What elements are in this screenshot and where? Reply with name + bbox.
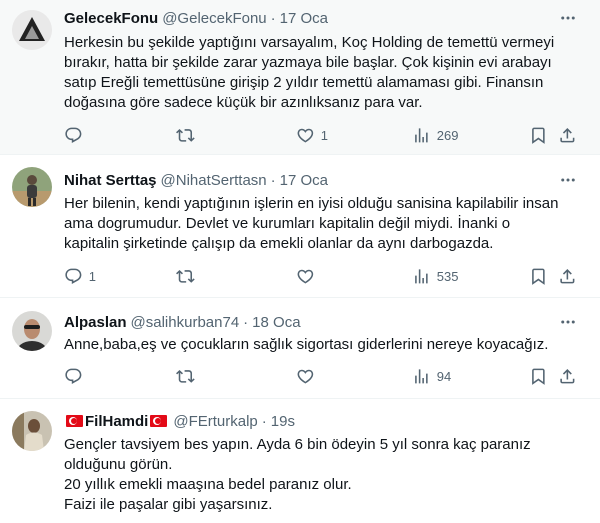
tweet-text-line: Faizi ile paşalar gibi yaşarsınız. xyxy=(64,496,273,513)
tweet-text-line: bırakır, hatta bir şekilde zarar yazmaya… xyxy=(64,54,552,71)
tweet-text-line: olduğunu görün. xyxy=(64,456,173,473)
reply-button[interactable] xyxy=(64,125,89,145)
like-button[interactable]: 1 xyxy=(296,125,328,145)
retweet-icon xyxy=(176,369,195,383)
share-icon xyxy=(560,127,575,143)
tweet-text: Herkesin bu şekilde yaptığını varsayalım… xyxy=(64,33,584,113)
timestamp[interactable]: 19s xyxy=(271,413,295,430)
retweet-button[interactable] xyxy=(176,125,201,145)
more-icon[interactable] xyxy=(558,170,578,190)
avatar[interactable] xyxy=(12,411,52,451)
tweet-text-line: satıp Ereğli temettüsüne girişip 2 yıldı… xyxy=(64,74,544,91)
reply-button[interactable]: 1 xyxy=(64,266,96,286)
separator: · xyxy=(243,313,249,331)
tweet-text-line: doğasına göre sadece küçük bir azınlıksa… xyxy=(64,94,423,111)
author-handle[interactable]: @salihkurban74 xyxy=(131,314,240,331)
tweet-text-line: ama dogrumudur. Devlet ve kurumları kapi… xyxy=(64,215,511,232)
author-name[interactable]: FilHamdi xyxy=(85,413,148,430)
timestamp[interactable]: 18 Oca xyxy=(252,314,300,331)
reply-count: 1 xyxy=(88,268,96,284)
tweet[interactable]: Alpaslan @salihkurban74 · 18 Oca Anne,ba… xyxy=(0,298,600,399)
timestamp[interactable]: 17 Oca xyxy=(280,10,328,27)
like-button[interactable] xyxy=(296,266,321,286)
bookmark-icon xyxy=(532,368,545,385)
tweet-text: Her bilenin, kendi yaptığının işlerin en… xyxy=(64,194,584,254)
timestamp[interactable]: 17 Oca xyxy=(280,172,328,189)
action-bar: 94 xyxy=(64,366,586,386)
heart-icon xyxy=(297,369,314,384)
tweet-text: Gençler tavsiyem bes yapın. Ayda 6 bin ö… xyxy=(64,435,584,515)
turkey-flag-icon xyxy=(150,415,168,427)
author-name[interactable]: Alpaslan xyxy=(64,314,127,331)
tweet-text-line: Gençler tavsiyem bes yapın. Ayda 6 bin ö… xyxy=(64,436,531,453)
bookmark-icon xyxy=(532,268,545,285)
views-button[interactable]: 535 xyxy=(412,266,458,286)
reply-icon xyxy=(65,268,82,284)
tweet-text-line: Anne,baba,eş ve çocukların sağlık sigort… xyxy=(64,336,549,353)
more-icon[interactable] xyxy=(558,312,578,332)
heart-icon xyxy=(297,128,314,143)
share-icon xyxy=(560,368,575,384)
share-button[interactable] xyxy=(558,125,577,145)
author-name[interactable]: Nihat Serttaş xyxy=(64,172,157,189)
avatar[interactable] xyxy=(12,311,52,351)
bookmark-icon xyxy=(532,127,545,144)
heart-icon xyxy=(297,269,314,284)
separator: · xyxy=(270,9,276,27)
views-button[interactable]: 94 xyxy=(412,366,451,386)
separator: · xyxy=(261,412,267,430)
retweet-button[interactable] xyxy=(176,366,201,386)
retweet-button[interactable] xyxy=(176,266,201,286)
author-handle[interactable]: @NihatSerttasn xyxy=(161,172,267,189)
turkey-flag-icon xyxy=(66,415,83,427)
view-count: 535 xyxy=(436,268,459,284)
tweet[interactable]: FilHamdi @FErturkalp · 19s Gençler tavsi… xyxy=(0,399,600,523)
share-button[interactable] xyxy=(558,266,577,286)
view-count: 269 xyxy=(436,127,459,143)
reply-icon xyxy=(65,368,82,384)
views-button[interactable]: 269 xyxy=(412,125,458,145)
retweet-icon xyxy=(176,128,195,142)
action-bar: 1 535 xyxy=(64,266,586,286)
author-name[interactable]: GelecekFonu xyxy=(64,10,158,27)
action-bar: 1 269 xyxy=(64,125,586,145)
author-handle[interactable]: @FErturkalp xyxy=(173,413,257,430)
retweet-icon xyxy=(176,269,195,283)
tweet-text-line: Herkesin bu şekilde yaptığını varsayalım… xyxy=(64,34,555,51)
views-icon xyxy=(415,368,428,384)
tweet-text: Anne,baba,eş ve çocukların sağlık sigort… xyxy=(64,335,584,355)
tweet-text-line: kapitalin şirketinde çalışıp da emekli o… xyxy=(64,235,494,252)
tweet[interactable]: GelecekFonu @GelecekFonu · 17 Oca Herkes… xyxy=(0,0,600,155)
author-handle[interactable]: @GelecekFonu xyxy=(162,10,266,27)
like-button[interactable] xyxy=(296,366,321,386)
share-button[interactable] xyxy=(558,366,577,386)
reply-icon xyxy=(65,127,82,143)
tweet[interactable]: Nihat Serttaş @NihatSerttasn · 17 Oca He… xyxy=(0,155,600,298)
views-icon xyxy=(415,268,428,284)
reply-button[interactable] xyxy=(64,366,89,386)
avatar[interactable] xyxy=(12,10,52,50)
share-icon xyxy=(560,268,575,284)
more-icon[interactable] xyxy=(558,8,578,28)
tweet-text-line: Her bilenin, kendi yaptığının işlerin en… xyxy=(64,195,559,212)
view-count: 94 xyxy=(436,368,452,384)
bookmark-button[interactable] xyxy=(529,266,548,286)
bookmark-button[interactable] xyxy=(529,125,548,145)
like-count: 1 xyxy=(320,127,328,143)
separator: · xyxy=(270,171,276,189)
bookmark-button[interactable] xyxy=(529,366,548,386)
views-icon xyxy=(415,127,428,143)
avatar[interactable] xyxy=(12,167,52,207)
tweet-text-line: 20 yıllık emekli maaşına bedel paranız o… xyxy=(64,476,352,493)
